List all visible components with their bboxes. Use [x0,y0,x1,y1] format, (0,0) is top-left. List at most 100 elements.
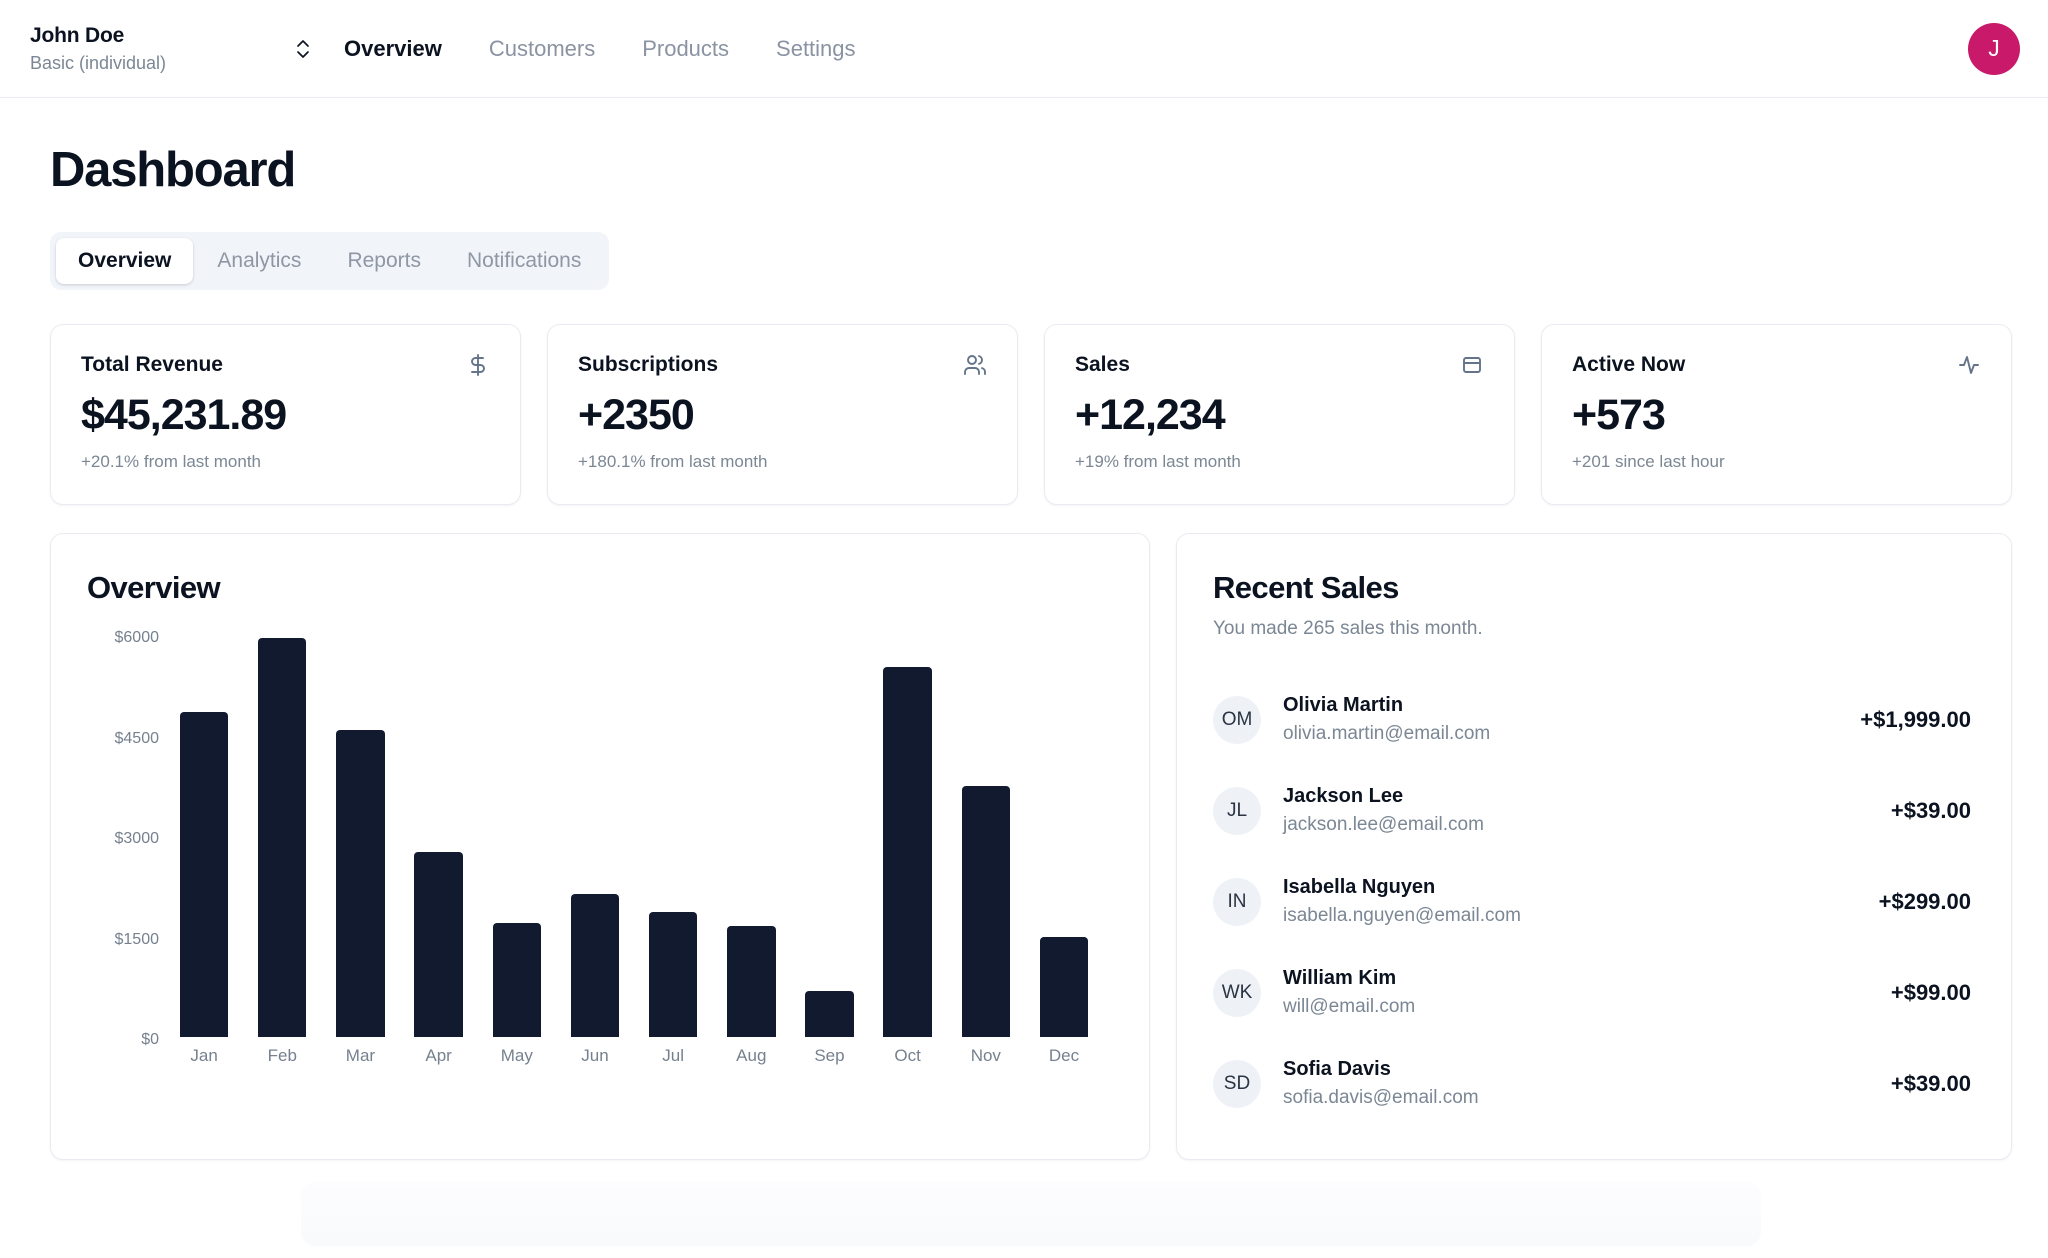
stat-card-header: Subscriptions [578,353,987,377]
sale-info: Sofia Davis sofia.davis@email.com [1283,1058,1869,1109]
recent-sale-row[interactable]: WK William Kim will@email.com +$99.00 [1213,947,1975,1038]
chart-bar-column[interactable]: May [478,638,556,1068]
team-plan: Basic (individual) [30,52,167,73]
revenue-bar-chart: $0 $1500 $3000 $4500 $6000 Jan Feb Mar Apr May Ju… [87,629,1113,1068]
stat-card-total-revenue: Total Revenue $45,231.89 +20.1% from las… [50,324,521,505]
chart-bar[interactable] [492,923,541,1037]
chart-bar[interactable] [883,667,932,1037]
recent-sales-panel: Recent Sales You made 265 sales this mon… [1176,533,2012,1160]
chart-y-tick: $3000 [114,830,160,847]
sale-info: William Kim will@email.com [1283,967,1869,1018]
credit-card-icon [1460,353,1484,377]
chart-x-tick: Jan [190,1046,218,1065]
recent-sales-list: OM Olivia Martin olivia.martin@email.com +$… [1213,674,1975,1129]
chart-bar-column[interactable]: Aug [712,638,790,1068]
chart-x-tick: Jun [581,1046,609,1065]
sale-amount: +$1,999.00 [1860,706,1971,732]
chart-bar-column[interactable]: Jul [634,638,712,1068]
chart-bar-column[interactable]: Nov [947,638,1025,1068]
main-navigation: Overview Customers Products Settings [344,36,856,62]
stat-card-title: Subscriptions [578,353,719,376]
chart-bar-column[interactable]: Mar [321,638,399,1068]
chart-x-tick: Sep [814,1046,845,1065]
chart-bar-column[interactable]: Sep [790,638,868,1068]
sale-customer-email: isabella.nguyen@email.com [1283,905,1521,926]
chart-bar-column[interactable]: Jan [165,638,243,1068]
tab-overview[interactable]: Overview [56,238,194,284]
stat-card-subtext: +201 since last hour [1572,452,1725,471]
tab-analytics[interactable]: Analytics [195,238,323,284]
stat-card-title: Sales [1075,353,1130,376]
nav-item-overview[interactable]: Overview [344,36,442,62]
stat-card-title: Active Now [1572,353,1686,376]
chart-bar-column[interactable]: Feb [243,638,321,1068]
stat-card-value: $45,231.89 [81,391,287,439]
chart-bar-column[interactable]: Dec [1025,638,1103,1068]
chart-y-axis: $0 $1500 $3000 $4500 $6000 [87,629,160,1048]
recent-sale-row[interactable]: JL Jackson Lee jackson.lee@email.com +$39.0… [1213,765,1975,856]
recent-sale-row[interactable]: SD Sofia Davis sofia.davis@email.com +$39.0… [1213,1038,1975,1129]
sale-customer-name: Jackson Lee [1283,785,1404,807]
chart-bar-column[interactable]: Oct [869,638,947,1068]
stat-card-active-now: Active Now +573 +201 since last hour [1541,324,2012,505]
chart-x-tick: Jul [662,1046,684,1065]
stat-card-subtext: +19% from last month [1075,452,1241,471]
stat-card-sales: Sales +12,234 +19% from last month [1044,324,1515,505]
stat-card-subtext: +20.1% from last month [81,452,262,471]
chart-bar[interactable] [1039,937,1089,1037]
recent-sale-row[interactable]: OM Olivia Martin olivia.martin@email.com +$… [1213,674,1975,765]
users-icon [963,353,987,377]
chart-bar[interactable] [336,729,385,1037]
chart-bar[interactable] [805,991,854,1037]
stat-card-value: +12,234 [1075,391,1226,439]
nav-item-products[interactable]: Products [642,36,729,62]
chart-bar[interactable] [648,911,698,1037]
stat-card-grid: Total Revenue $45,231.89 +20.1% from las… [50,324,2012,505]
chart-bar[interactable] [570,893,620,1037]
stat-card-header: Active Now [1572,353,1981,377]
sale-customer-name: Sofia Davis [1283,1058,1391,1080]
recent-sales-title: Recent Sales [1213,570,1399,605]
sale-info: Olivia Martin olivia.martin@email.com [1283,694,1838,745]
sale-customer-email: will@email.com [1283,996,1416,1017]
tab-notifications[interactable]: Notifications [445,238,603,284]
stat-card-value: +573 [1572,391,1666,439]
activity-icon [1957,353,1981,377]
chevrons-up-down-icon[interactable] [294,37,312,61]
chart-x-tick: May [500,1046,533,1065]
user-avatar[interactable]: J [1968,22,2020,75]
chart-bar[interactable] [258,638,307,1038]
chart-bar[interactable] [414,852,463,1037]
chart-bar-column[interactable]: Jun [556,638,634,1068]
page-content: Dashboard Overview Analytics Reports Not… [0,98,2048,1246]
stat-card-subscriptions: Subscriptions +2350 +180.1% from last mo… [547,324,1018,505]
chart-bar[interactable] [179,711,229,1037]
team-switcher-text: John Doe Basic (individual) [30,23,166,75]
sale-amount: +$99.00 [1890,979,1971,1005]
sale-customer-email: jackson.lee@email.com [1283,814,1484,835]
chart-x-tick: Feb [267,1046,297,1066]
nav-item-settings[interactable]: Settings [776,36,856,62]
sale-amount: +$39.00 [1890,1070,1971,1096]
chart-x-tick: Oct [894,1046,921,1065]
chart-x-tick: Aug [736,1046,767,1065]
chart-bar-column[interactable]: Apr [400,638,478,1068]
page-title: Dashboard [50,143,296,197]
stat-card-subtext: +180.1% from last month [578,452,768,471]
chart-bar[interactable] [727,925,776,1037]
chart-x-tick: Mar [345,1046,376,1065]
sale-customer-name: William Kim [1283,967,1397,989]
team-switcher[interactable]: John Doe Basic (individual) [30,23,330,75]
sale-info: Jackson Lee jackson.lee@email.com [1283,785,1869,836]
sale-customer-name: Olivia Martin [1283,694,1404,716]
tab-reports[interactable]: Reports [325,238,443,284]
recent-sale-row[interactable]: IN Isabella Nguyen isabella.nguyen@email.c… [1213,856,1975,947]
nav-item-customers[interactable]: Customers [489,36,595,62]
chart-bar[interactable] [961,785,1011,1037]
dollar-sign-icon [466,353,490,377]
team-name: John Doe [30,23,125,47]
sale-avatar: WK [1213,968,1261,1017]
overview-chart-panel: Overview $0 $1500 $3000 $4500 $6000 Jan Feb Ma… [50,533,1150,1160]
chart-y-tick: $4500 [114,729,160,747]
top-navigation-bar: John Doe Basic (individual) Overview Cus… [0,0,2048,98]
